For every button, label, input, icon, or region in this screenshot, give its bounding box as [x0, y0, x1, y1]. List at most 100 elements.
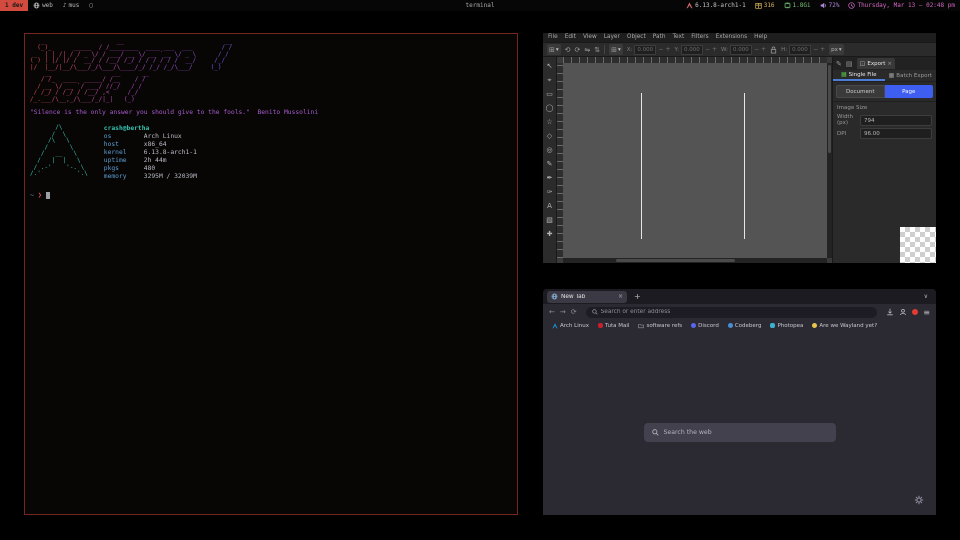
- address-bar[interactable]: [586, 307, 878, 318]
- pencil-tool[interactable]: ✎: [547, 157, 553, 171]
- units-dropdown[interactable]: px▾: [829, 44, 844, 55]
- canvas-area[interactable]: [557, 57, 832, 263]
- menu-layer[interactable]: Layer: [604, 33, 620, 42]
- menu-file[interactable]: File: [548, 33, 558, 42]
- workspace-scratch[interactable]: ▢: [84, 0, 98, 11]
- node-editor-tool[interactable]: ⌖: [548, 73, 552, 87]
- w-plus-button[interactable]: +: [761, 46, 766, 53]
- menu-path[interactable]: Path: [653, 33, 666, 42]
- bookmark-label: Discord: [698, 323, 719, 329]
- star-tool[interactable]: ☆: [546, 115, 552, 129]
- new-tab-button[interactable]: +: [634, 292, 641, 301]
- terminal-window[interactable]: _ __ __ (_)_ _____ / /________ ____ ___ …: [24, 33, 518, 515]
- document-button[interactable]: Document: [836, 85, 885, 98]
- y-minus-button[interactable]: −: [705, 46, 710, 53]
- rectangle-tool[interactable]: ▭: [546, 87, 553, 101]
- align-button[interactable]: ⊞▾: [609, 44, 623, 55]
- bookmark-photopea[interactable]: Photopea: [770, 323, 803, 329]
- kernel-module: 6.13.8-arch1-1: [686, 2, 746, 9]
- bookmark-codeberg[interactable]: Codeberg: [728, 323, 762, 329]
- pen-tool[interactable]: ✒: [547, 171, 553, 185]
- width-input[interactable]: 794: [860, 115, 932, 126]
- box-3d-tool[interactable]: ◇: [547, 129, 552, 143]
- shell-prompt[interactable]: ~ ❯: [30, 191, 512, 199]
- y-plus-button[interactable]: +: [712, 46, 717, 53]
- menu-edit[interactable]: Edit: [565, 33, 576, 42]
- bookmark-discord[interactable]: Discord: [691, 323, 719, 329]
- web-search-box[interactable]: [644, 423, 836, 442]
- web-search-input[interactable]: [664, 429, 828, 436]
- vertical-guide[interactable]: [641, 93, 642, 239]
- drawing-canvas[interactable]: [563, 63, 827, 258]
- x-input[interactable]: 0.000: [634, 45, 656, 55]
- h-minus-button[interactable]: −: [813, 46, 818, 53]
- account-icon[interactable]: [899, 308, 907, 316]
- w-input[interactable]: 0.000: [730, 45, 752, 55]
- close-icon[interactable]: ×: [887, 61, 892, 67]
- bookmark-label: Are we Wayland yet?: [819, 323, 877, 329]
- y-input[interactable]: 0.000: [681, 45, 703, 55]
- bookmark-folder-software-refs[interactable]: software refs: [638, 323, 682, 329]
- menu-icon[interactable]: ≡: [923, 308, 930, 317]
- menu-extensions[interactable]: Extensions: [716, 33, 747, 42]
- menu-help[interactable]: Help: [754, 33, 767, 42]
- object-properties-icon[interactable]: ✎: [836, 60, 842, 68]
- address-input[interactable]: [601, 309, 872, 315]
- bookmark-are-we-wayland-yet[interactable]: Are we Wayland yet?: [812, 323, 877, 329]
- tab-single-file[interactable]: ▦Single File: [833, 70, 885, 81]
- close-tab-icon[interactable]: ×: [618, 294, 623, 300]
- reload-button[interactable]: ⟳: [571, 308, 577, 316]
- export-icon: ⊡: [860, 60, 866, 68]
- export-dock-tab[interactable]: ⊡ Export ×: [857, 58, 896, 69]
- dropper-tool[interactable]: ✚: [547, 227, 553, 241]
- workspace-mus[interactable]: ♪ mus: [58, 0, 84, 11]
- back-button[interactable]: ←: [549, 308, 555, 316]
- layers-icon[interactable]: ▤: [846, 60, 853, 68]
- x-minus-button[interactable]: −: [658, 46, 663, 53]
- scrollbar-thumb[interactable]: [828, 65, 831, 153]
- workspace-web[interactable]: web: [28, 0, 58, 11]
- forward-button[interactable]: →: [560, 308, 566, 316]
- tab-batch-export[interactable]: ▦Batch Export: [885, 70, 937, 81]
- rotate-cw-icon[interactable]: ⟳: [575, 46, 581, 54]
- volume-text: 72%: [829, 2, 840, 9]
- fetch-label: pkgs: [104, 165, 144, 173]
- tab-title: New Tab: [561, 294, 615, 300]
- menu-view[interactable]: View: [583, 33, 597, 42]
- downloads-icon[interactable]: [886, 308, 894, 316]
- workspace-dev[interactable]: 1 dev: [0, 0, 28, 11]
- new-tab-page: [543, 331, 936, 515]
- h-input[interactable]: 0.000: [789, 45, 811, 55]
- scrollbar-thumb[interactable]: [616, 259, 735, 262]
- w-minus-button[interactable]: −: [754, 46, 759, 53]
- flip-horizontal-icon[interactable]: ⇋: [584, 46, 590, 54]
- vertical-guide[interactable]: [744, 93, 745, 239]
- speaker-icon: [820, 2, 827, 9]
- text-tool[interactable]: A: [547, 199, 552, 213]
- selector-tool[interactable]: ↖: [547, 59, 553, 73]
- menu-text[interactable]: Text: [673, 33, 685, 42]
- gradient-tool[interactable]: ▧: [546, 213, 553, 227]
- rotate-ccw-icon[interactable]: ⟲: [565, 46, 571, 54]
- flip-vertical-icon[interactable]: ⇅: [594, 46, 600, 54]
- ublock-extension-icon[interactable]: [912, 309, 918, 315]
- h-plus-button[interactable]: +: [820, 46, 825, 53]
- horizontal-scrollbar[interactable]: [563, 258, 827, 263]
- selection-mode-button[interactable]: ⊞▾: [547, 44, 561, 55]
- page-button[interactable]: Page: [885, 85, 934, 98]
- spiral-tool[interactable]: ◎: [546, 143, 552, 157]
- bookmark-arch-linux[interactable]: Arch Linux: [552, 323, 589, 329]
- bookmark-tuta-mail[interactable]: Tuta Mail: [598, 323, 629, 329]
- x-plus-button[interactable]: +: [665, 46, 670, 53]
- dpi-input[interactable]: 96.00: [860, 128, 932, 139]
- calligraphy-tool[interactable]: ✑: [547, 185, 553, 199]
- ellipse-tool[interactable]: ◯: [546, 101, 554, 115]
- browser-tab[interactable]: New Tab ×: [547, 291, 627, 303]
- width-field-row: Width (px) 794: [833, 113, 936, 127]
- menu-object[interactable]: Object: [627, 33, 646, 42]
- gear-icon[interactable]: [914, 495, 924, 505]
- menu-filters[interactable]: Filters: [691, 33, 708, 42]
- lock-ratio-icon[interactable]: [770, 46, 777, 54]
- tab-list-chevron-icon[interactable]: ∨: [924, 293, 928, 300]
- vertical-scrollbar[interactable]: [827, 63, 832, 258]
